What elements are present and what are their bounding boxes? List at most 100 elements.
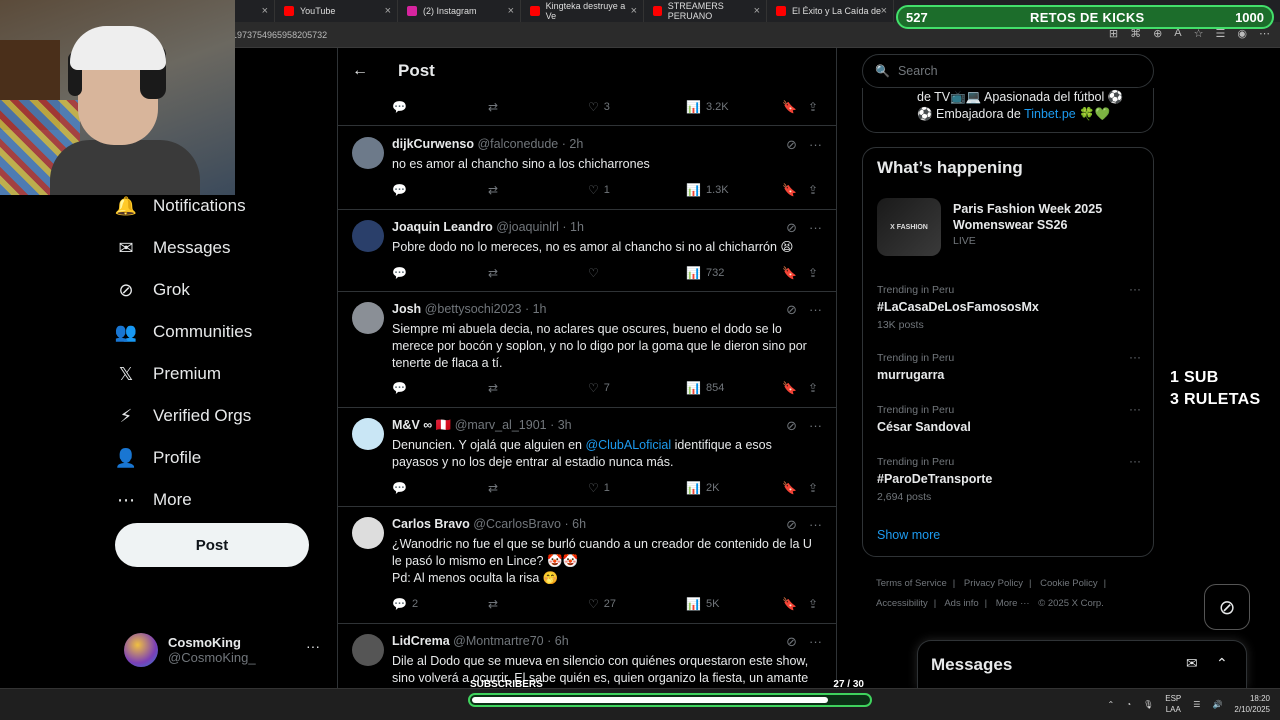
more-dots-icon[interactable]: ··· xyxy=(1129,282,1141,296)
browser-tab[interactable]: STREAMERS PERUANO × xyxy=(645,0,767,22)
mic-icon[interactable]: 🎙 xyxy=(1143,700,1153,709)
author-name[interactable]: Joaquin Leandro xyxy=(392,220,493,234)
nav-item-communities[interactable]: 👥 Communities xyxy=(115,311,325,353)
footer-link[interactable]: Ads info xyxy=(944,598,978,609)
nav-item-premium[interactable]: 𝕏 Premium xyxy=(115,353,325,395)
bookmark-button[interactable]: 🔖 xyxy=(782,597,797,611)
tweet-time[interactable]: · 3h xyxy=(550,418,572,432)
like-button[interactable]: ♡ xyxy=(588,266,599,280)
bookmark-button[interactable]: 🔖 xyxy=(782,381,797,395)
grok-fab-button[interactable]: ⊘ xyxy=(1204,584,1250,630)
author-handle[interactable]: @falconedude xyxy=(477,137,558,151)
views-button[interactable]: 📊 1.3K xyxy=(686,183,729,197)
author-name[interactable]: M&V ∞ 🇵🇪 xyxy=(392,418,451,432)
author-name[interactable]: LidCrema xyxy=(392,634,450,648)
tweet-time[interactable]: · 6h xyxy=(565,517,587,531)
avatar[interactable] xyxy=(352,302,384,334)
grok-explain-icon[interactable]: ⊘ xyxy=(786,634,797,650)
messages-drawer[interactable]: Messages ✉ ⌃ xyxy=(917,640,1247,688)
more-dots-icon[interactable]: ··· xyxy=(1129,454,1141,468)
tweet-time[interactable]: · 6h xyxy=(547,634,569,648)
close-tab-icon[interactable]: × xyxy=(881,5,887,17)
like-button[interactable]: ♡ 1 xyxy=(588,481,610,495)
chevron-up-icon[interactable]: ⌃ xyxy=(1108,700,1115,709)
reply-tweet[interactable]: Joaquin Leandro @joaquinlrl · 1h ⊘ ··· Po… xyxy=(338,210,836,292)
trend-item[interactable]: Trending in Peru murrugarra ··· xyxy=(877,350,1141,382)
avatar[interactable] xyxy=(352,517,384,549)
close-tab-icon[interactable]: × xyxy=(631,5,637,17)
repost-button[interactable]: ⇄ xyxy=(488,381,498,395)
trend-item[interactable]: Trending in Peru #ParoDeTransporte 2,694… xyxy=(877,454,1141,503)
nav-item-verified-orgs[interactable]: ⚡ Verified Orgs xyxy=(115,395,325,437)
reply-tweet[interactable]: dijkCurwenso @falconedude · 2h ⊘ ··· no e… xyxy=(338,127,836,210)
network-icon[interactable]: ◔ xyxy=(1126,700,1131,709)
author-name[interactable]: Josh xyxy=(392,302,421,316)
nav-item-messages[interactable]: ✉ Messages xyxy=(115,227,325,269)
reply-tweet[interactable]: Carlos Bravo @CcarlosBravo · 6h ⊘ ··· ¿Wa… xyxy=(338,507,836,624)
share-button[interactable]: ⇪ xyxy=(808,100,818,114)
url-text[interactable]: 1973754965958205732 xyxy=(232,30,327,40)
close-tab-icon[interactable]: × xyxy=(754,5,760,17)
footer-link[interactable]: Cookie Policy xyxy=(1040,578,1098,589)
views-button[interactable]: 📊 3.2K xyxy=(686,100,729,114)
more-dots-icon[interactable]: ··· xyxy=(809,302,822,318)
tweet-time[interactable]: · 1h xyxy=(562,220,584,234)
like-button[interactable]: ♡ 3 xyxy=(588,100,610,114)
featured-event[interactable]: X FASHION Paris Fashion Week 2025 Womens… xyxy=(877,198,1141,256)
views-button[interactable]: 📊 2K xyxy=(686,481,719,495)
reply-tweet[interactable]: M&V ∞ 🇵🇪 @marv_al_1901 · 3h ⊘ ··· Denunci… xyxy=(338,408,836,507)
bookmark-button[interactable]: 🔖 xyxy=(782,266,797,280)
share-button[interactable]: ⇪ xyxy=(808,266,818,280)
reply-button[interactable]: 💬 xyxy=(392,183,407,197)
bookmark-button[interactable]: 🔖 xyxy=(782,481,797,495)
mention-link[interactable]: @ClubALoficial xyxy=(585,438,671,452)
footer-link[interactable]: More ··· xyxy=(996,598,1030,609)
share-button[interactable]: ⇪ xyxy=(808,481,818,495)
more-dots-icon[interactable]: ··· xyxy=(306,638,320,654)
footer-link[interactable]: Terms of Service xyxy=(876,578,947,589)
like-button[interactable]: ♡ 7 xyxy=(588,381,610,395)
tweet-time[interactable]: · 1h xyxy=(525,302,547,316)
repost-button[interactable]: ⇄ xyxy=(488,597,498,611)
browser-tab[interactable]: Kingteka destruye a Ve × xyxy=(522,0,644,22)
browser-tab[interactable]: (2) Instagram × xyxy=(399,0,521,22)
repost-button[interactable]: ⇄ xyxy=(488,183,498,197)
repost-button[interactable]: ⇄ xyxy=(488,100,498,114)
bookmark-button[interactable]: 🔖 xyxy=(782,100,797,114)
nav-item-profile[interactable]: 👤 Profile xyxy=(115,437,325,479)
nav-item-grok[interactable]: ⊘ Grok xyxy=(115,269,325,311)
expand-up-icon[interactable]: ⌃ xyxy=(1216,655,1228,672)
like-button[interactable]: ♡ 1 xyxy=(588,183,610,197)
trend-item[interactable]: Trending in Peru César Sandoval ··· xyxy=(877,402,1141,434)
views-button[interactable]: 📊 5K xyxy=(686,597,719,611)
grok-explain-icon[interactable]: ⊘ xyxy=(786,418,797,434)
author-handle[interactable]: @bettysochi2023 xyxy=(425,302,522,316)
back-arrow-icon[interactable]: ← xyxy=(352,62,372,80)
language-indicator[interactable]: ESP LAA xyxy=(1165,693,1181,715)
footer-link[interactable]: Privacy Policy xyxy=(964,578,1023,589)
browser-tab[interactable]: × xyxy=(235,0,275,22)
more-dots-icon[interactable]: ··· xyxy=(1129,402,1141,416)
grok-explain-icon[interactable]: ⊘ xyxy=(786,302,797,318)
avatar[interactable] xyxy=(352,220,384,252)
like-button[interactable]: ♡ 27 xyxy=(588,597,616,611)
nav-item-more[interactable]: ⋯ More xyxy=(115,479,325,521)
tweet-time[interactable]: · 2h xyxy=(562,137,584,151)
repost-button[interactable]: ⇄ xyxy=(488,481,498,495)
grok-explain-icon[interactable]: ⊘ xyxy=(786,137,797,153)
clock[interactable]: 18:20 2/10/2025 xyxy=(1234,693,1270,715)
grok-explain-icon[interactable]: ⊘ xyxy=(786,220,797,236)
footer-link[interactable]: Accessibility xyxy=(876,598,928,609)
close-tab-icon[interactable]: × xyxy=(385,5,391,17)
avatar[interactable] xyxy=(352,418,384,450)
share-button[interactable]: ⇪ xyxy=(808,597,818,611)
trend-item[interactable]: Trending in Peru #LaCasaDeLosFamososMx 1… xyxy=(877,282,1141,331)
more-dots-icon[interactable]: ··· xyxy=(809,634,822,650)
author-handle[interactable]: @CcarlosBravo xyxy=(473,517,561,531)
author-handle[interactable]: @marv_al_1901 xyxy=(455,418,547,432)
account-switcher[interactable]: CosmoKing @CosmoKing_ ··· xyxy=(124,630,324,670)
browser-tab[interactable]: El Éxito y La Caída de × xyxy=(768,0,894,22)
bookmark-button[interactable]: 🔖 xyxy=(782,183,797,197)
wifi-icon[interactable]: ☰ xyxy=(1193,700,1200,709)
more-dots-icon[interactable]: ··· xyxy=(809,137,822,153)
